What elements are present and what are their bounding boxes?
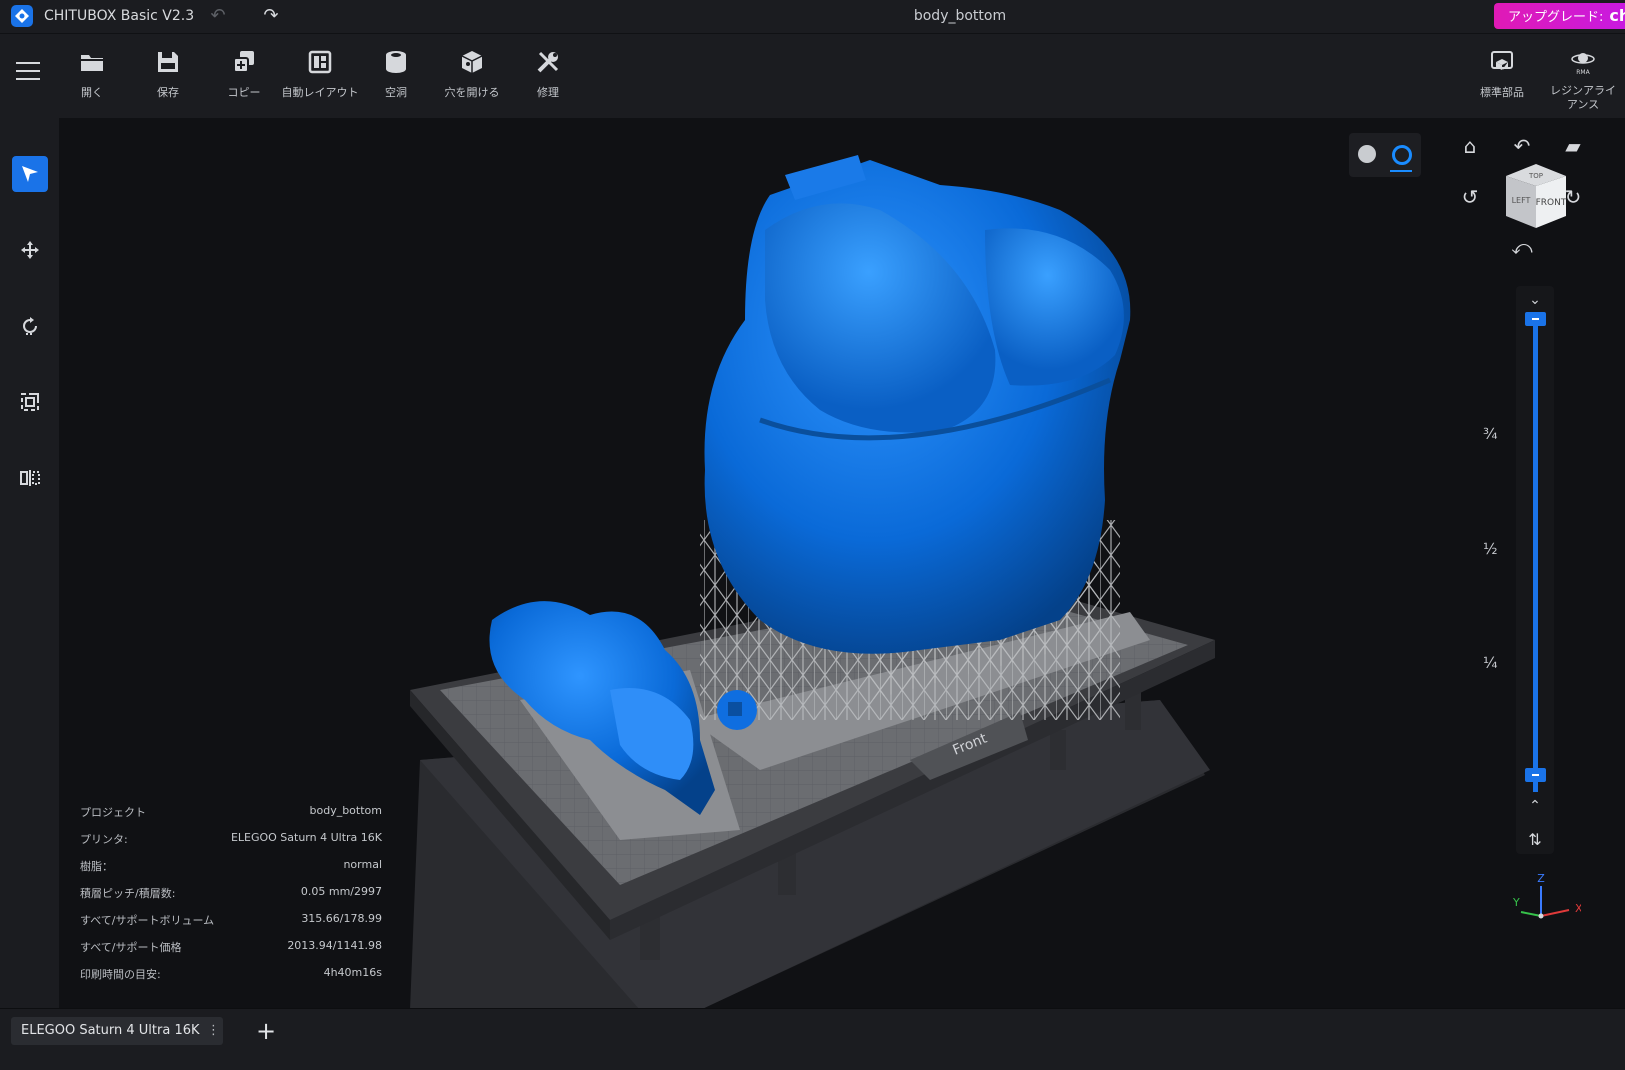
layer-slider-track[interactable]: [1533, 322, 1538, 792]
info-row: プリンタ: ELEGOO Saturn 4 Ultra 16K: [80, 831, 382, 846]
printer-tab-menu-icon[interactable]: ⋮: [207, 1023, 220, 1038]
active-mode-indicator: [1390, 170, 1412, 172]
info-row: プロジェクト body_bottom: [80, 804, 382, 819]
view-cube[interactable]: TOP LEFT FRONT: [1496, 158, 1576, 230]
resin-alliance-button[interactable]: RMA レジンアライアンス: [1542, 48, 1624, 112]
document-title: body_bottom: [913, 8, 1007, 24]
save-label: 保存: [157, 86, 179, 99]
copy-label: コピー: [227, 86, 261, 99]
auto-layout-icon: [308, 50, 332, 74]
axis-x-label: X: [1575, 902, 1581, 915]
scale-icon: [21, 393, 39, 411]
info-row: すべて/サポートボリューム 315.66/178.99: [80, 912, 382, 927]
view-cube-front: FRONT: [1536, 198, 1567, 208]
plate-leg: [1050, 730, 1066, 770]
hamburger-menu-button[interactable]: [16, 62, 40, 82]
repair-label: 修理: [537, 86, 559, 99]
info-row: 樹脂： normal: [80, 858, 382, 873]
move-tool-button[interactable]: [12, 232, 48, 268]
printer-tab[interactable]: ELEGOO Saturn 4 Ultra 16K ⋮: [11, 1017, 223, 1045]
drill-hole-label: 穴を開ける: [444, 86, 500, 99]
hollow-icon: [386, 51, 406, 73]
hollow-button[interactable]: 空洞: [356, 48, 436, 100]
mirror-icon: [20, 470, 40, 486]
copy-icon: [233, 51, 254, 73]
hollow-label: 空洞: [385, 86, 407, 99]
undo-icon: ↶: [210, 5, 226, 26]
add-printer-tab-button[interactable]: +: [252, 1017, 280, 1045]
resin-alliance-icon: RMA: [1571, 53, 1595, 76]
rotate-view-left-icon[interactable]: ↶: [1508, 132, 1536, 160]
title-bar: CHITUBOX Basic V2.3 ↶ ↷ body_bottom アップグ…: [0, 0, 1625, 33]
repair-button[interactable]: 修理: [508, 48, 588, 100]
copy-button[interactable]: コピー: [204, 48, 284, 100]
view-cube-top: TOP: [1528, 172, 1543, 180]
auto-layout-label: 自動レイアウト: [281, 86, 359, 99]
layer-up-chevron-icon[interactable]: ⌄: [1524, 292, 1546, 308]
info-row: すべて/サポート価格 2013.94/1141.98: [80, 939, 382, 954]
chitubox-logo-icon: [11, 5, 33, 27]
standard-parts-button[interactable]: 標準部品: [1462, 48, 1542, 100]
redo-icon: ↷: [263, 5, 279, 26]
layer-down-chevron-icon[interactable]: ⌃: [1524, 798, 1546, 814]
xray-mode-icon[interactable]: [1392, 145, 1412, 165]
upgrade-brand: chit: [1609, 6, 1625, 25]
home-view-icon[interactable]: ⌂: [1456, 132, 1484, 160]
standard-parts-label: 標準部品: [1480, 86, 1524, 99]
solid-mode-icon[interactable]: [1358, 145, 1376, 163]
info-row: 印刷時間の目安: 4h40m16s: [80, 966, 382, 981]
redo-button[interactable]: ↷: [259, 5, 283, 27]
undo-button[interactable]: ↶: [206, 5, 230, 27]
standard-parts-icon: [1491, 51, 1513, 70]
auto-layout-button[interactable]: 自動レイアウト: [280, 48, 360, 100]
orbit-down-icon[interactable]: ⤺: [1508, 233, 1536, 261]
open-button[interactable]: 開く: [52, 48, 132, 100]
orbit-left-icon[interactable]: ↺: [1456, 183, 1484, 211]
resin-alliance-label: レジンアライアンス: [1550, 84, 1616, 111]
upgrade-label: アップグレード:: [1508, 10, 1604, 25]
rotate-icon: [23, 317, 37, 335]
tool-sidebar: [0, 118, 59, 1008]
drill-hole-button[interactable]: 穴を開ける: [432, 48, 512, 100]
select-tool-button[interactable]: [12, 156, 48, 192]
layer-slider-top-handle[interactable]: [1525, 312, 1546, 326]
repair-icon: [537, 51, 559, 73]
scale-tool-button[interactable]: [12, 384, 48, 420]
info-row: 積層ピッチ/積層数: 0.05 mm/2997: [80, 885, 382, 900]
resin-alliance-badge: RMA: [1576, 69, 1590, 76]
mirror-tool-button[interactable]: [12, 460, 48, 496]
folder-icon: [81, 55, 103, 71]
axis-z-label: Z: [1537, 872, 1545, 885]
slider-mark-half: ½: [1483, 540, 1498, 558]
save-button[interactable]: 保存: [128, 48, 208, 100]
layer-reset-icon[interactable]: ⇅: [1521, 826, 1549, 854]
perspective-icon[interactable]: ▰: [1559, 132, 1587, 160]
cursor-icon: [22, 166, 38, 182]
save-icon: [158, 52, 178, 72]
main-toolbar: 開く 保存 コピー 自動レイアウト 空洞 穴を開ける 修理 標準部品 RMA レ…: [0, 33, 1625, 118]
printer-tabs-bar: ELEGOO Saturn 4 Ultra 16K ⋮ +: [0, 1008, 1625, 1070]
rotate-tool-button[interactable]: [12, 308, 48, 344]
slider-mark-three-quarters: ¾: [1483, 425, 1498, 443]
printer-tab-label: ELEGOO Saturn 4 Ultra 16K: [21, 1023, 200, 1038]
layer-slider-bottom-handle[interactable]: [1525, 768, 1546, 782]
open-label: 開く: [81, 86, 103, 99]
app-title: CHITUBOX Basic V2.3: [44, 8, 195, 24]
move-icon: [21, 241, 39, 259]
axis-y-label: Y: [1512, 896, 1520, 909]
upgrade-button[interactable]: アップグレード: chit: [1494, 3, 1625, 29]
axis-gizmo: Z X Y: [1512, 872, 1581, 919]
view-cube-left: LEFT: [1512, 196, 1531, 205]
drill-hole-icon: [461, 51, 483, 73]
slider-mark-quarter: ¼: [1483, 654, 1498, 672]
